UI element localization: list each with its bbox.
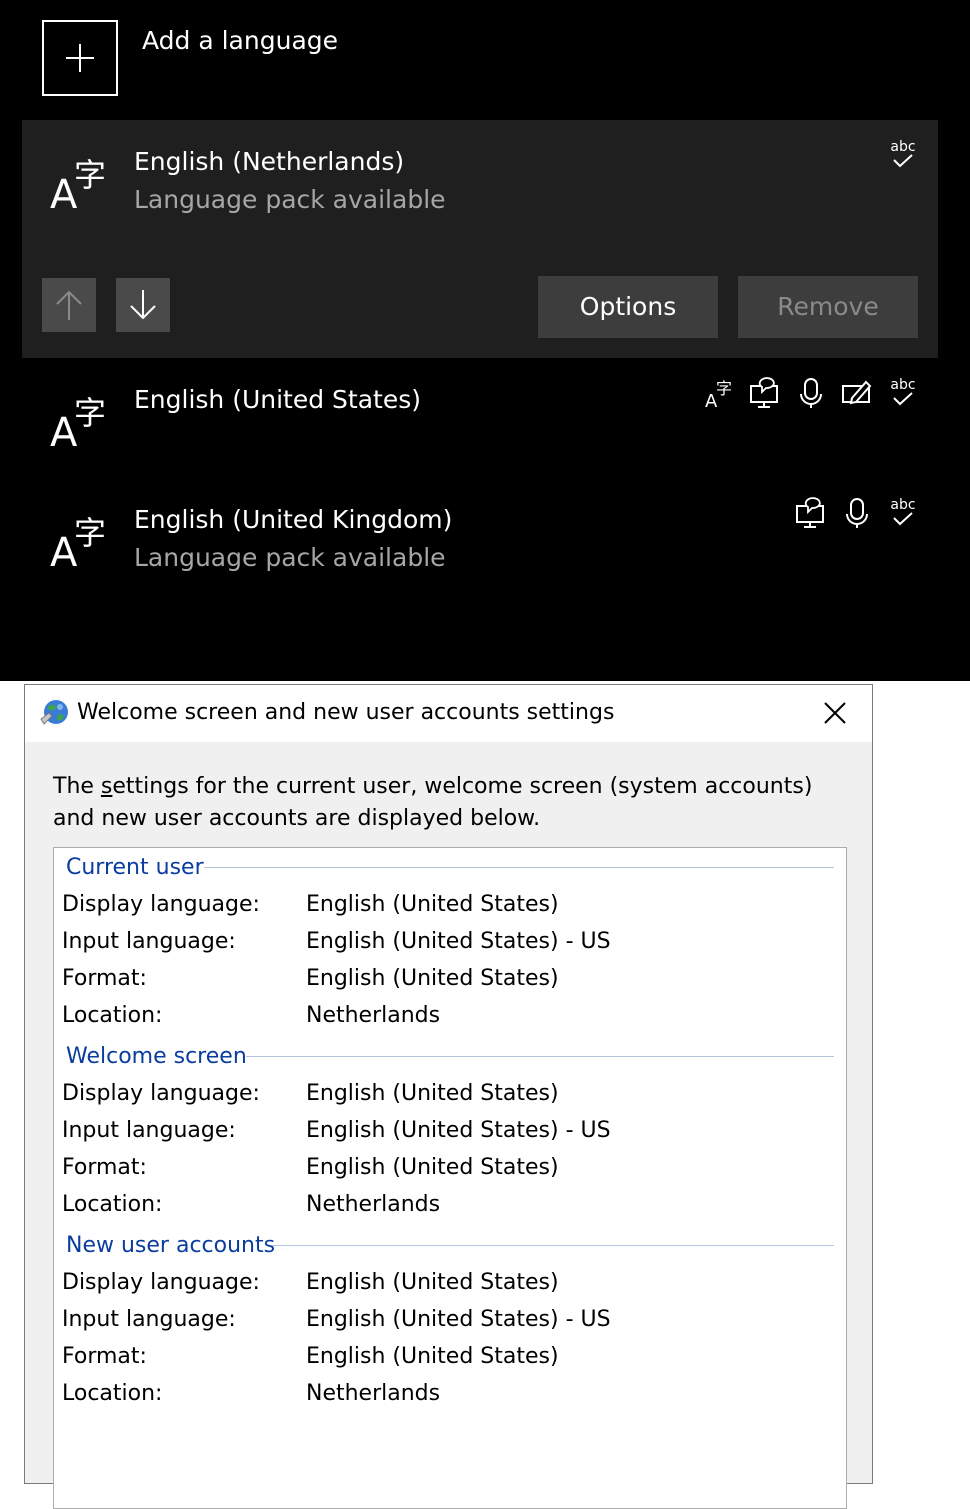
globe-icon	[40, 700, 68, 725]
spelling-icon: abc	[890, 377, 916, 406]
group-heading-welcome-screen: Welcome screen	[66, 1044, 247, 1069]
language-item-english-united-kingdom[interactable]: A 字 English (United Kingdom) Language pa…	[0, 480, 970, 610]
field-value: Netherlands	[306, 1192, 441, 1217]
language-status: Language pack available	[134, 185, 446, 214]
language-pack-icon: A 字	[705, 379, 732, 410]
remove-button[interactable]: Remove	[738, 276, 918, 338]
field-label: Format:	[62, 1155, 147, 1180]
svg-text:字: 字	[74, 394, 106, 432]
speech-recognition-icon	[846, 498, 868, 528]
field-label: Input language:	[62, 1307, 236, 1332]
field-value: Netherlands	[306, 1003, 441, 1028]
group-divider	[204, 867, 834, 868]
add-language-label[interactable]: Add a language	[142, 22, 338, 60]
move-up-button[interactable]	[42, 278, 96, 332]
field-value: English (United States)	[306, 1344, 559, 1369]
handwriting-icon	[842, 380, 872, 405]
svg-text:字: 字	[716, 379, 732, 398]
field-label: Location:	[62, 1192, 163, 1217]
language-name: English (United States)	[134, 385, 422, 414]
field-label: Location:	[62, 1381, 163, 1406]
dialog-titlebar[interactable]: Welcome screen and new user accounts set…	[25, 685, 872, 742]
field-label: Location:	[62, 1003, 163, 1028]
group-heading-current-user: Current user	[66, 855, 204, 880]
field-value: English (United States)	[306, 1155, 559, 1180]
svg-text:字: 字	[74, 514, 106, 552]
language-item-english-netherlands[interactable]: A 字 English (Netherlands) Language pack …	[22, 120, 938, 358]
settings-panel: Current user Display language: English (…	[53, 847, 847, 1509]
field-value: English (United States)	[306, 892, 559, 917]
add-language-button[interactable]	[42, 20, 118, 96]
field-value: English (United States) - US	[306, 1307, 611, 1332]
options-button[interactable]: Options	[538, 276, 718, 338]
field-label: Display language:	[62, 1270, 260, 1295]
field-label: Input language:	[62, 1118, 236, 1143]
svg-text:abc: abc	[890, 497, 915, 513]
welcome-screen-settings-dialog: Welcome screen and new user accounts set…	[24, 684, 873, 1509]
spelling-icon: abc	[890, 497, 916, 526]
move-down-button[interactable]	[116, 278, 170, 332]
group-divider	[272, 1245, 834, 1246]
svg-text:abc: abc	[890, 139, 915, 155]
language-status: Language pack available	[134, 543, 446, 572]
dialog-intro-text: The settings for the current user, welco…	[53, 774, 813, 831]
text-to-speech-icon	[796, 497, 824, 528]
field-label: Format:	[62, 966, 147, 991]
dialog-title: Welcome screen and new user accounts set…	[77, 700, 615, 725]
group-divider	[246, 1056, 834, 1057]
field-label: Display language:	[62, 1081, 260, 1106]
language-icon: A 字	[50, 514, 106, 570]
svg-text:字: 字	[74, 156, 106, 194]
language-item-english-united-states[interactable]: A 字 English (United States) A 字 abc	[0, 360, 970, 475]
language-name: English (United Kingdom)	[134, 505, 453, 534]
arrow-down-icon	[130, 290, 156, 320]
language-icon: A 字	[50, 156, 106, 212]
field-label: Display language:	[62, 892, 260, 917]
spelling-icon: abc	[890, 139, 916, 168]
arrow-up-icon	[56, 290, 82, 320]
close-icon[interactable]	[817, 695, 853, 731]
language-settings-panel: Add a language A 字 English (Netherlands)…	[0, 0, 970, 681]
field-label: Format:	[62, 1344, 147, 1369]
field-value: English (United States)	[306, 1081, 559, 1106]
svg-text:abc: abc	[890, 377, 915, 393]
field-value: English (United States)	[306, 1270, 559, 1295]
field-value: Netherlands	[306, 1381, 441, 1406]
speech-recognition-icon	[800, 378, 822, 408]
field-value: English (United States) - US	[306, 929, 611, 954]
language-icon: A 字	[50, 394, 106, 450]
field-label: Input language:	[62, 929, 236, 954]
language-name: English (Netherlands)	[134, 147, 405, 176]
field-value: English (United States)	[306, 966, 559, 991]
plus-icon	[66, 44, 94, 72]
group-heading-new-user-accounts: New user accounts	[66, 1233, 276, 1258]
text-to-speech-icon	[750, 377, 778, 408]
field-value: English (United States) - US	[306, 1118, 611, 1143]
